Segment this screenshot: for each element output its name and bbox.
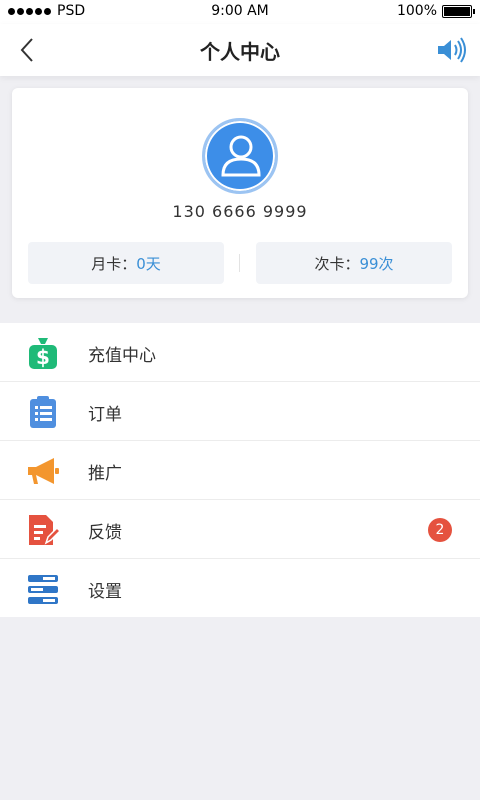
count-value: 99次 <box>359 254 394 273</box>
profile-card: 130 6666 9999 月卡： 0天 次卡： 99次 <box>12 88 468 298</box>
menu-label-promotion: 推广 <box>88 464 122 484</box>
user-icon <box>221 135 261 177</box>
battery-icon <box>442 4 475 18</box>
menu-list: $ 充值中心 订单 推广 反馈 2 设置 <box>0 323 480 617</box>
menu-label-orders: 订单 <box>88 405 122 425</box>
menu-label-feedback: 反馈 <box>88 523 122 543</box>
menu-item-recharge[interactable]: $ 充值中心 <box>0 323 480 382</box>
battery-status: 100% <box>396 3 475 19</box>
avatar[interactable] <box>202 118 278 194</box>
menu-label-settings: 设置 <box>88 582 122 602</box>
monthly-value: 0天 <box>136 254 161 273</box>
menu-item-settings[interactable]: 设置 <box>0 559 480 618</box>
sound-button[interactable] <box>436 36 468 64</box>
menu-item-feedback[interactable]: 反馈 2 <box>0 500 480 559</box>
page-title: 个人中心 <box>200 40 280 64</box>
speaker-icon <box>438 37 466 63</box>
money-bag-icon: $ <box>29 338 57 369</box>
nav-bar: 个人中心 <box>0 24 480 76</box>
stat-divider <box>239 254 240 272</box>
edit-document-icon <box>29 515 60 545</box>
count-card-stat[interactable]: 次卡： 99次 <box>256 242 452 284</box>
menu-item-orders[interactable]: 订单 <box>0 382 480 441</box>
monthly-card-stat[interactable]: 月卡： 0天 <box>28 242 224 284</box>
count-label: 次卡： <box>314 254 360 273</box>
menu-label-recharge: 充值中心 <box>88 346 156 366</box>
phone-number: 130 6666 9999 <box>172 202 308 221</box>
battery-percent: 100% <box>396 3 437 19</box>
settings-list-icon <box>28 575 58 604</box>
clipboard-icon <box>30 396 56 428</box>
status-bar: PSD 9:00 AM 100% <box>0 0 480 24</box>
menu-item-promotion[interactable]: 推广 <box>0 441 480 500</box>
svg-text:$: $ <box>36 345 50 369</box>
megaphone-icon <box>28 458 59 484</box>
monthly-label: 月卡： <box>91 254 137 273</box>
feedback-count-badge: 2 <box>428 518 452 542</box>
